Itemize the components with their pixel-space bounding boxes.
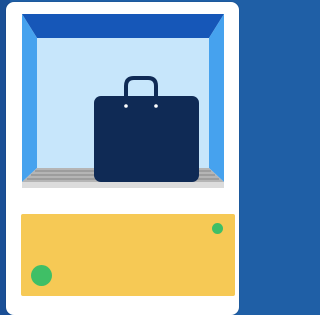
briefcase-icon [94,96,199,182]
baggage-scanner-illustration [22,14,224,188]
conveyor-base [22,182,224,188]
green-dot-small [212,223,223,234]
yellow-panel [21,214,235,296]
frame-right [209,14,224,182]
card[interactable] [6,2,239,315]
green-dot-large [31,265,52,286]
frame-top [22,14,224,38]
screen [0,0,245,315]
frame-left [22,14,37,182]
